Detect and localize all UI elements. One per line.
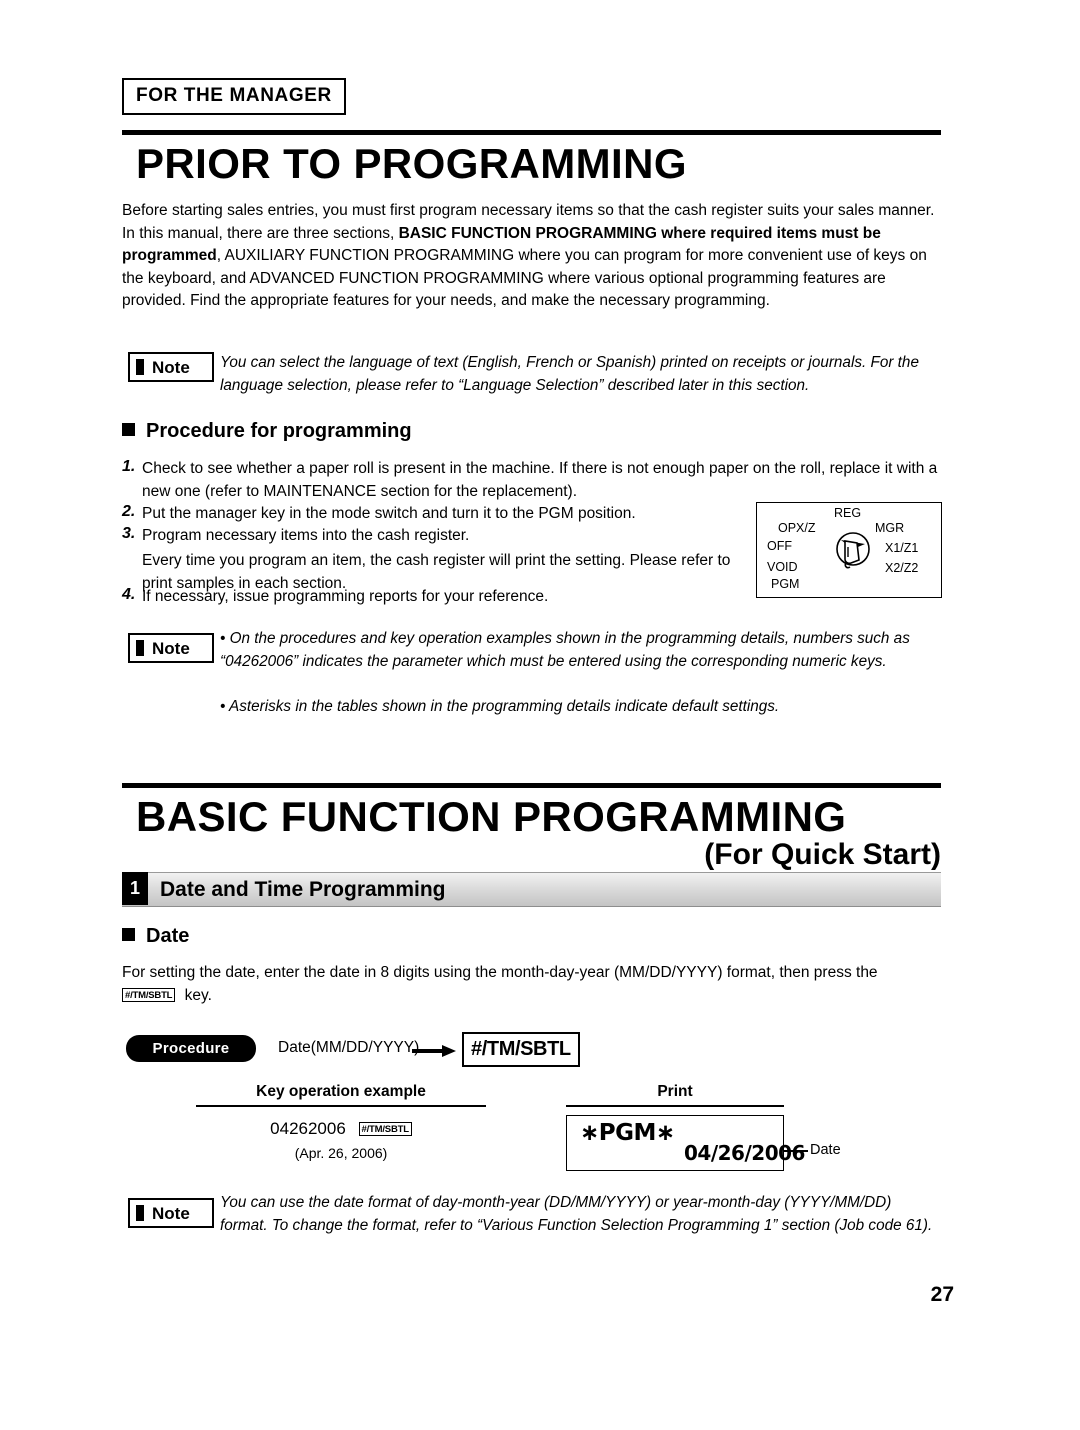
print-header: Print	[657, 1083, 693, 1100]
note-badge-3: Note	[128, 1198, 214, 1228]
section1-title-rule	[122, 130, 941, 135]
callout-leader-line	[784, 1150, 808, 1152]
section1-intro-paragraph: Before starting sales entries, you must …	[122, 202, 935, 310]
note-bar-icon	[136, 359, 144, 375]
note-text-1: You can select the language of text (Eng…	[220, 354, 919, 394]
note-bar-icon	[136, 1205, 144, 1221]
arrow-right-icon	[412, 1045, 456, 1057]
date-intro-line2: #/TM/SBTL key.	[122, 985, 622, 1008]
dial-label-reg: REG	[834, 506, 862, 520]
for-the-manager-label: FOR THE MANAGER	[136, 85, 332, 106]
note-bar-icon	[136, 640, 144, 656]
step-3-text: Program necessary items into the cash re…	[142, 527, 470, 544]
step-1-number: 1.	[122, 458, 136, 475]
note-label-3: Note	[152, 1204, 190, 1223]
note-text-2-bullet-1: • On the procedures and key operation ex…	[220, 630, 910, 670]
procedure-heading-label: Procedure for programming	[146, 420, 412, 442]
square-bullet-icon	[122, 928, 135, 941]
square-bullet-icon	[122, 423, 135, 436]
section1-title: PRIOR TO PROGRAMMING	[136, 140, 687, 187]
date-heading: Date	[122, 925, 189, 948]
dial-label-mgr: MGR	[875, 521, 905, 535]
print-sample-date: 04/26/2006	[684, 1141, 805, 1165]
section2-title-rule	[122, 783, 941, 788]
dial-label-x2z2: X2/Z2	[885, 561, 919, 575]
mode-switch-diagram: REG OPX/Z MGR OFF X1/Z1 VOID X2/Z2 PGM	[756, 502, 942, 598]
step-4-number: 4.	[122, 586, 136, 603]
note-badge-1: Note	[128, 352, 214, 382]
dial-label-pgm: PGM	[771, 577, 800, 591]
step-3-number: 3.	[122, 525, 136, 542]
note-text-2-bullet-2: • Asterisks in the tables shown in the p…	[220, 698, 780, 715]
key-operation-rule	[196, 1105, 486, 1107]
print-sample-pgm: ∗PGM∗	[580, 1120, 675, 1146]
procedure-pill: Procedure	[126, 1035, 256, 1062]
callout-date-label: Date	[810, 1142, 841, 1158]
key-operation-subtext: (Apr. 26, 2006)	[294, 1145, 388, 1161]
key-tm-sbtl-icon: #/TM/SBTL	[122, 988, 176, 1002]
date-intro-text-2: key.	[184, 987, 212, 1004]
dial-label-x1z1: X1/Z1	[885, 541, 919, 555]
procedure-for-programming-heading: Procedure for programming	[122, 420, 412, 443]
step-4-text: If necessary, issue programming reports …	[142, 588, 549, 605]
document-page: FOR THE MANAGER PRIOR TO PROGRAMMING Bef…	[0, 0, 1080, 1430]
dial-label-void: VOID	[767, 560, 798, 574]
note-badge-2: Note	[128, 633, 214, 663]
dial-label-opxz: OPX/Z	[778, 521, 816, 535]
procedure-key-button: #/TM/SBTL	[462, 1032, 580, 1067]
key-operation-example: 04262006 #/TM/SBTL	[196, 1119, 486, 1139]
note-text-3: You can use the date format of day-month…	[220, 1194, 933, 1234]
dial-label-off: OFF	[767, 539, 792, 553]
note-label-1: Note	[152, 358, 190, 377]
step-2-number: 2.	[122, 503, 136, 520]
for-the-manager-badge: FOR THE MANAGER	[122, 78, 346, 115]
date-heading-label: Date	[146, 925, 190, 947]
procedure-input-label: Date(MM/DD/YYYY)	[278, 1039, 420, 1056]
step-1-text: Check to see whether a paper roll is pre…	[142, 460, 938, 500]
date-intro-line1: For setting the date, enter the date in …	[122, 962, 944, 985]
date-intro-text-1: For setting the date, enter the date in …	[122, 964, 878, 981]
mode-dial-icon	[836, 532, 870, 569]
note-label-2: Note	[152, 639, 190, 658]
page-number: 27	[930, 1283, 954, 1306]
step-2-text: Put the manager key in the mode switch a…	[142, 505, 636, 522]
quick-start-label: (For Quick Start)	[704, 838, 941, 871]
section-number: 1	[122, 872, 148, 905]
key-tm-sbtl-icon: #/TM/SBTL	[358, 1122, 412, 1136]
key-operation-header: Key operation example	[256, 1083, 426, 1100]
key-operation-value: 04262006	[270, 1119, 346, 1138]
section-subtitle: Date and Time Programming	[160, 878, 446, 901]
print-rule	[566, 1105, 784, 1107]
section2-title: BASIC FUNCTION PROGRAMMING	[136, 793, 847, 840]
